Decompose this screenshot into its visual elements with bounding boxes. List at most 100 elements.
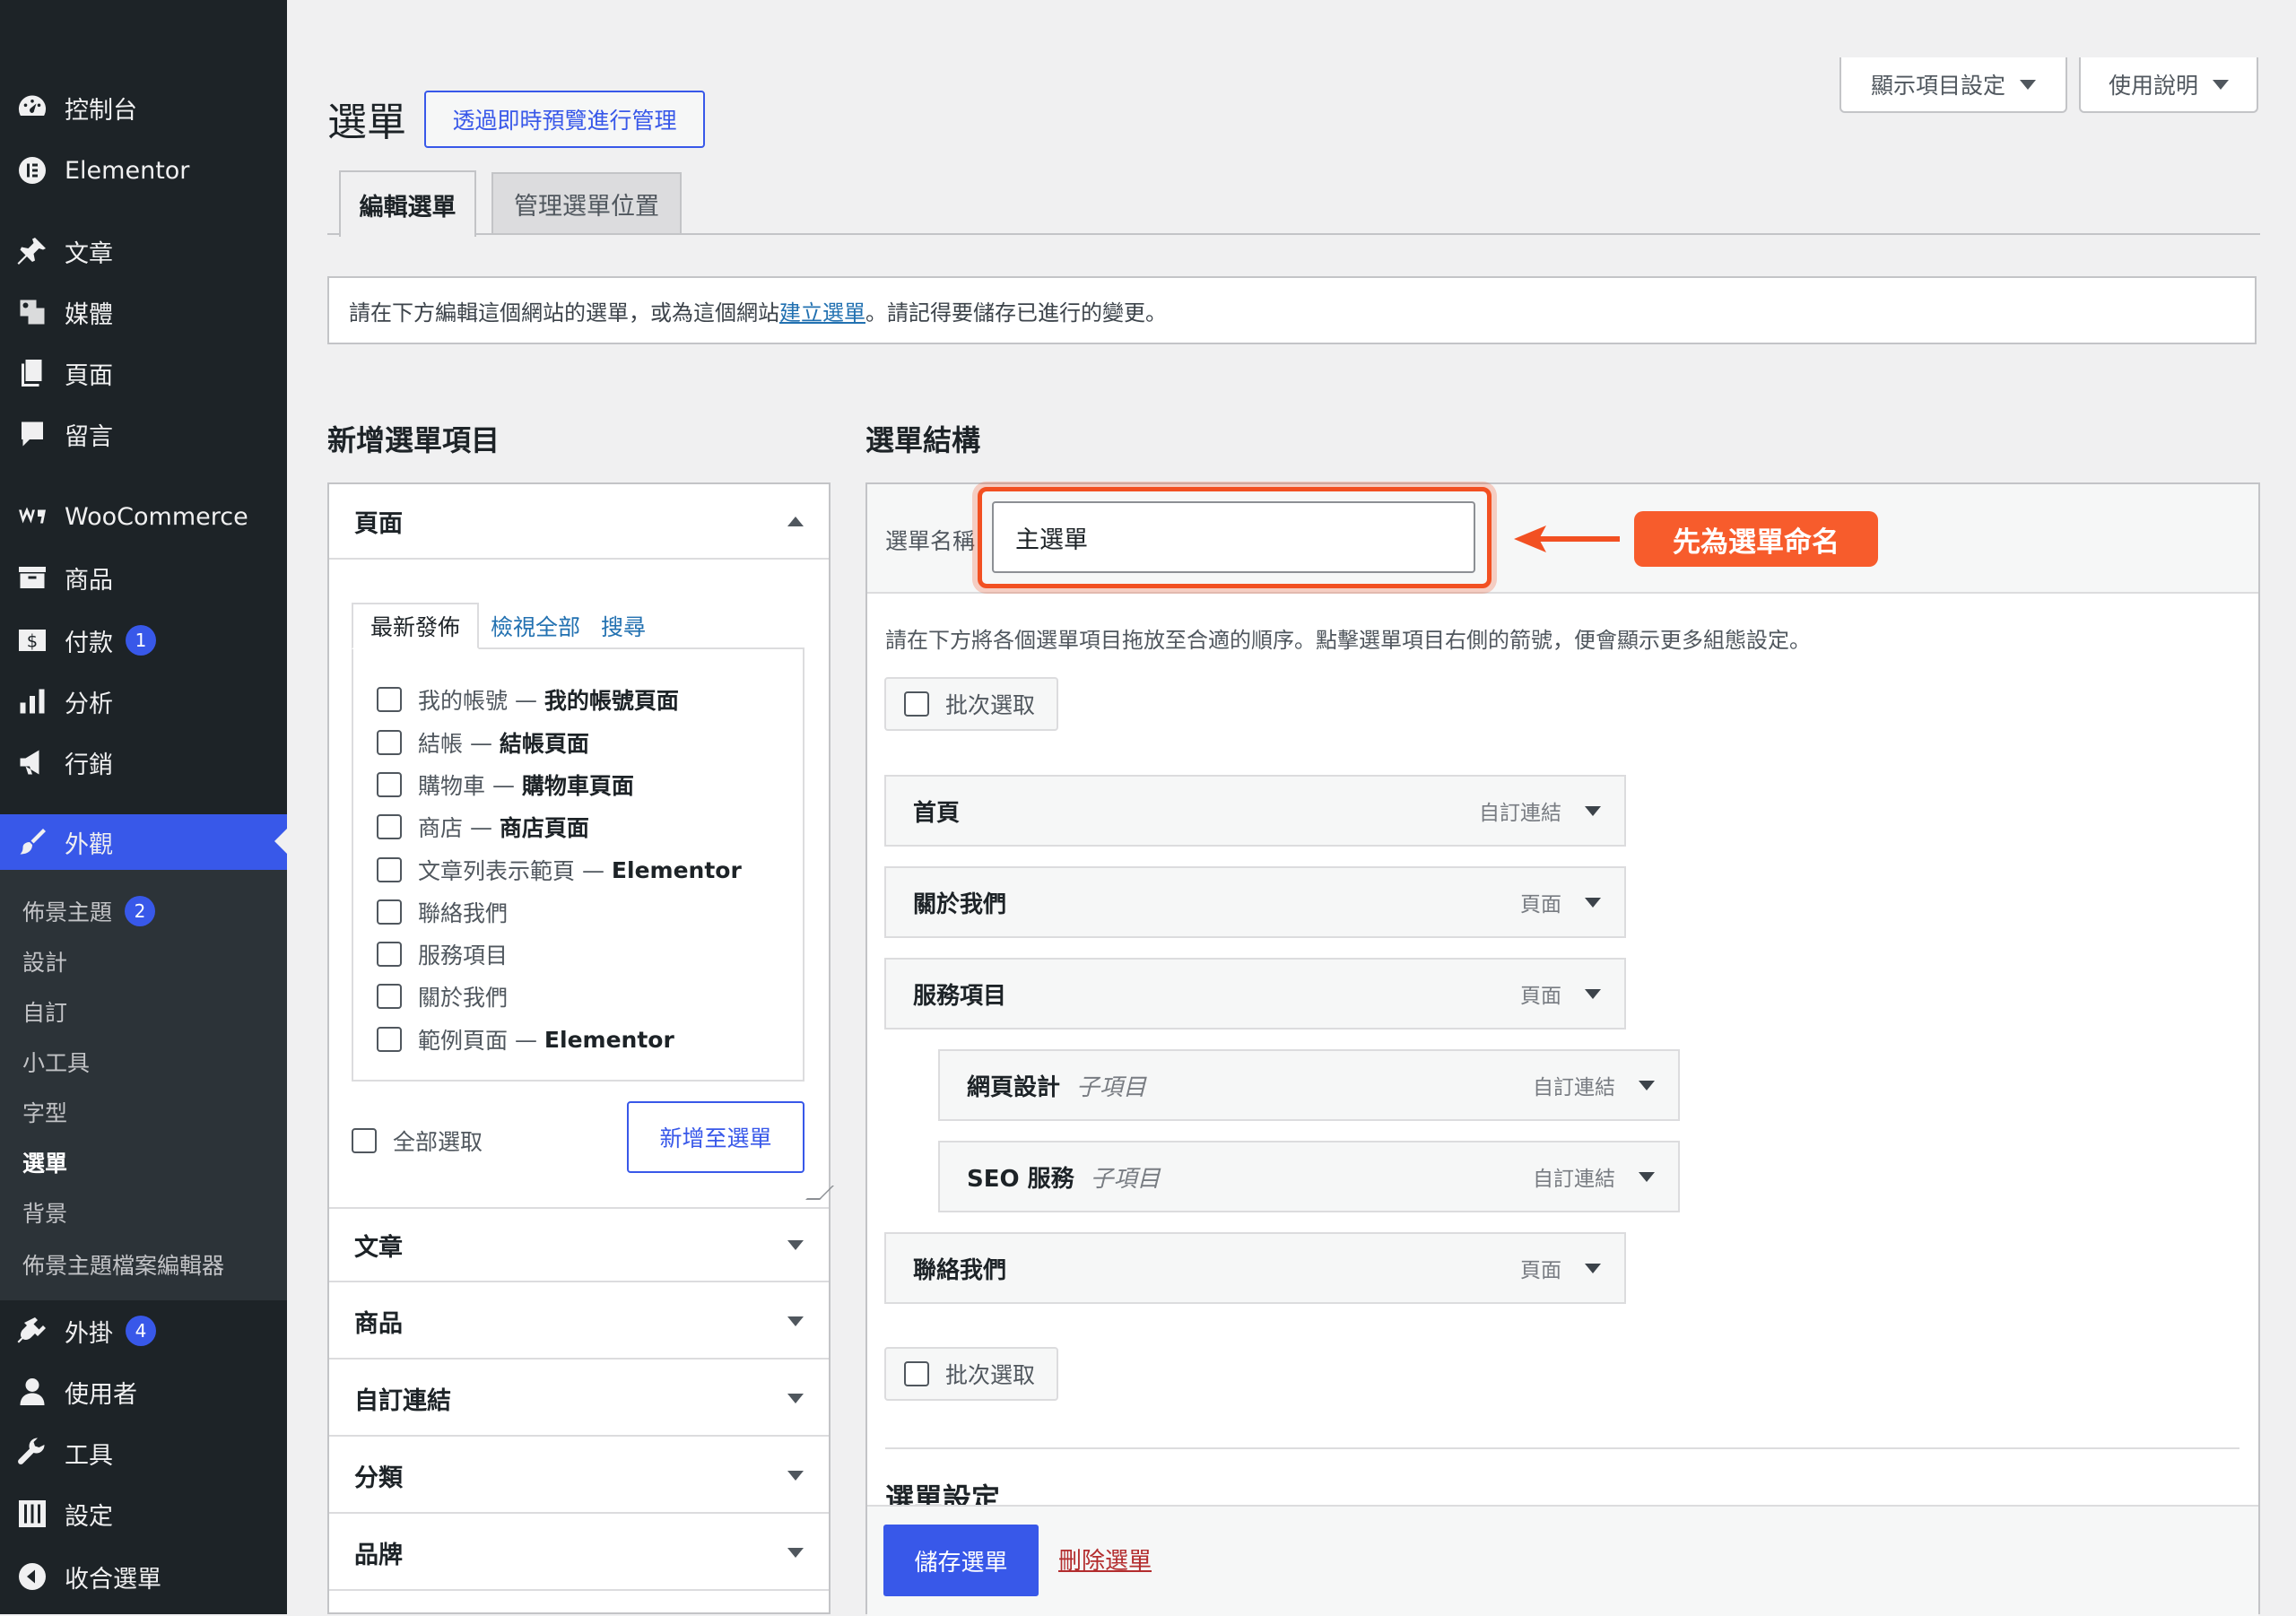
delete-menu-link[interactable]: 刪除選單 (1058, 1542, 1152, 1576)
page-option[interactable]: 聯絡我們 (377, 896, 508, 928)
submenu-customize[interactable]: 自訂 (22, 995, 67, 1028)
paintbrush-icon (14, 824, 50, 860)
sidebar-item-settings[interactable]: 設定 (0, 1487, 287, 1541)
page-option[interactable]: 關於我們 (377, 980, 508, 1012)
page-option[interactable]: 結帳 — 結帳頁面 (377, 726, 589, 759)
page-option[interactable]: 購物車 — 購物車頁面 (377, 769, 634, 801)
submenu-label: 佈景主題檔案編輯器 (22, 1253, 225, 1279)
sidebar-item-payments[interactable]: $ 付款 1 (0, 613, 287, 667)
menu-item-title: SEO 服務 子項目 (967, 1160, 1161, 1194)
submenu-theme-file-editor[interactable]: 佈景主題檔案編輯器 (22, 1248, 224, 1281)
bulk-select-bottom[interactable]: 批次選取 (884, 1347, 1058, 1401)
page-option[interactable]: 服務項目 (377, 938, 508, 970)
checkbox[interactable] (377, 899, 402, 925)
chevron-down-icon[interactable] (1585, 805, 1601, 816)
checkbox[interactable] (377, 1027, 402, 1052)
help-button[interactable]: 使用說明 (2079, 57, 2258, 113)
sidebar-item-plugins[interactable]: 外掛 4 (0, 1304, 287, 1358)
sidebar-item-dashboard[interactable]: 控制台 (0, 81, 287, 135)
chevron-down-icon[interactable] (1639, 1080, 1655, 1090)
sidebar-item-pages[interactable]: 頁面 (0, 346, 287, 400)
tab-manage-locations[interactable]: 管理選單位置 (491, 172, 682, 233)
menu-item-title: 服務項目 (913, 977, 1006, 1011)
checkbox[interactable] (377, 687, 402, 712)
menu-item[interactable]: 服務項目 頁面 (884, 958, 1626, 1030)
subtab-most-recent[interactable]: 最新發佈 (352, 603, 479, 649)
page-title: 選單 (327, 100, 406, 145)
select-all-pages[interactable]: 全部選取 (352, 1125, 483, 1157)
bulk-select-top[interactable]: 批次選取 (884, 677, 1058, 731)
checkbox[interactable] (377, 984, 402, 1009)
sidebar-item-posts[interactable]: 文章 (0, 224, 287, 278)
sidebar-item-analytics[interactable]: 分析 (0, 674, 287, 728)
sidebar-item-label: 工具 (65, 1441, 113, 1470)
checkbox[interactable] (377, 814, 402, 839)
sidebar-item-label: 頁面 (65, 361, 113, 390)
sidebar-item-comments[interactable]: 留言 (0, 407, 287, 461)
accordion-brands[interactable]: 品牌 (329, 1516, 829, 1591)
checkbox[interactable] (377, 942, 402, 967)
accordion-custom-links[interactable]: 自訂連結 (329, 1361, 829, 1437)
page-name: 我的帳號 (418, 688, 509, 714)
accordion-categories[interactable]: 分類 (329, 1438, 829, 1514)
accordion-posts[interactable]: 文章 (329, 1207, 829, 1282)
sidebar-item-label: 留言 (65, 422, 113, 451)
menu-item[interactable]: 首頁 自訂連結 (884, 775, 1626, 847)
menu-item[interactable]: 關於我們 頁面 (884, 866, 1626, 938)
select-all-label: 全部選取 (393, 1129, 483, 1155)
page-option[interactable]: 商店 — 商店頁面 (377, 811, 589, 843)
submenu-background[interactable]: 背景 (22, 1196, 67, 1229)
submenu-widgets[interactable]: 小工具 (22, 1046, 90, 1078)
sidebar-item-appearance[interactable]: 外觀 (0, 814, 287, 870)
settings-divider (885, 1447, 2239, 1449)
live-preview-button[interactable]: 透過即時預覽進行管理 (424, 91, 705, 148)
sidebar-item-tools[interactable]: 工具 (0, 1426, 287, 1480)
accordion-products[interactable]: 商品 (329, 1284, 829, 1360)
tab-edit-menus[interactable]: 編輯選單 (339, 170, 476, 237)
themes-count-badge: 2 (125, 896, 156, 926)
chevron-down-icon[interactable] (1585, 897, 1601, 908)
sidebar-item-marketing[interactable]: 行銷 (0, 735, 287, 789)
sidebar-item-media[interactable]: 媒體 (0, 285, 287, 339)
submenu-label: 自訂 (22, 1000, 68, 1026)
screen-options-button[interactable]: 顯示項目設定 (1839, 57, 2067, 113)
sidebar-item-users[interactable]: 使用者 (0, 1365, 287, 1419)
sidebar-item-label: 媒體 (65, 300, 113, 329)
menu-sub-item[interactable]: SEO 服務 子項目 自訂連結 (938, 1141, 1680, 1212)
checkbox[interactable] (377, 730, 402, 755)
checkbox[interactable] (352, 1128, 377, 1153)
chevron-down-icon (787, 1393, 804, 1403)
chevron-down-icon[interactable] (1585, 1263, 1601, 1273)
menu-item-type-text: 自訂連結 (1533, 1168, 1615, 1191)
media-icon (14, 294, 50, 330)
sidebar-item-elementor[interactable]: Elementor (0, 143, 287, 197)
sidebar-item-products[interactable]: 商品 (0, 551, 287, 604)
menu-item[interactable]: 聯絡我們 頁面 (884, 1232, 1626, 1304)
submenu-design[interactable]: 設計 (22, 945, 67, 977)
page-option[interactable]: 文章列表示範頁 — Elementor (377, 854, 742, 886)
checkbox[interactable] (904, 1361, 929, 1386)
save-menu-button[interactable]: 儲存選單 (883, 1525, 1039, 1596)
checkbox[interactable] (904, 691, 929, 717)
page-option[interactable]: 我的帳號 — 我的帳號頁面 (377, 683, 679, 716)
sidebar-item-woocommerce[interactable]: WooCommerce (0, 490, 287, 543)
page-name: 服務項目 (418, 943, 509, 969)
chevron-down-icon (2213, 79, 2229, 90)
accordion-pages[interactable]: 頁面 (329, 484, 829, 560)
add-to-menu-button[interactable]: 新增至選單 (627, 1101, 804, 1173)
menu-sub-item[interactable]: 網頁設計 子項目 自訂連結 (938, 1049, 1680, 1121)
subtab-search[interactable]: 搜尋 (592, 603, 655, 649)
subtab-view-all[interactable]: 檢視全部 (486, 603, 585, 649)
create-menu-link[interactable]: 建立選單 (779, 295, 865, 326)
sidebar-collapse-menu[interactable]: 收合選單 (0, 1550, 287, 1603)
page-option[interactable]: 範例頁面 — Elementor (377, 1023, 674, 1056)
checkbox[interactable] (377, 772, 402, 797)
submenu-menus[interactable]: 選單 (22, 1146, 67, 1178)
checkbox[interactable] (377, 857, 402, 882)
wrench-icon (14, 1435, 50, 1471)
submenu-themes[interactable]: 佈景主題 2 (22, 895, 156, 927)
structure-instructions: 請在下方將各個選單項目拖放至合適的順序。點擊選單項目右側的箭號，便會顯示更多組態… (885, 628, 1811, 653)
chevron-down-icon[interactable] (1585, 988, 1601, 999)
submenu-fonts[interactable]: 字型 (22, 1096, 67, 1128)
chevron-down-icon[interactable] (1639, 1171, 1655, 1182)
